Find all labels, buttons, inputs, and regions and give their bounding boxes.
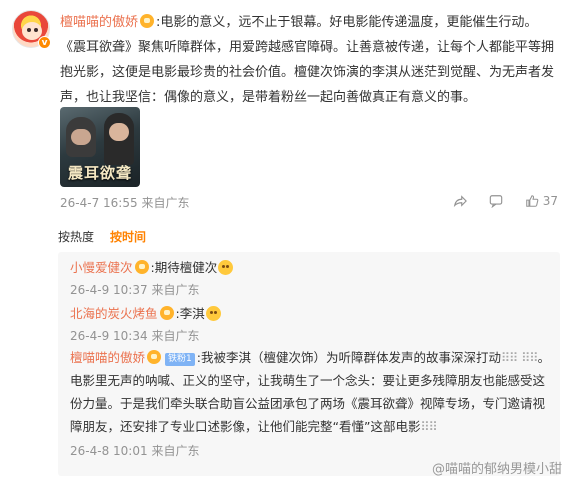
share-button[interactable] (453, 194, 467, 208)
thumbs-up-icon (525, 195, 539, 207)
comment-timestamp: 26-4-8 10:01 (70, 444, 148, 458)
post-text-line1: 电影的意义，远不止于银幕。好电影能传递温度，更能催生行动。 (160, 15, 538, 30)
post-location: 来自广东 (141, 196, 190, 210)
comment-timestamp: 26-4-9 10:34 (70, 329, 148, 343)
like-count: 37 (542, 194, 558, 208)
grin-emoji-icon (205, 306, 221, 321)
sort-by-hot-tab[interactable]: 按热度 (58, 228, 94, 245)
sort-by-time-tab[interactable]: 按时间 (110, 228, 146, 245)
smile-emoji-icon (218, 260, 234, 275)
poster-face-right (109, 123, 129, 141)
post-username[interactable]: 檀喵喵的傲娇 (60, 15, 138, 30)
fan-level-icon (159, 306, 174, 320)
avatar-eye-right (34, 28, 38, 32)
comment-text: :李淇 (175, 306, 205, 321)
emoji-placeholder-icon: ⠿⠿ (420, 419, 437, 434)
like-button[interactable]: 37 (525, 194, 558, 208)
emoji-placeholder-icon: ⠿⠿ (500, 350, 518, 365)
comment-username[interactable]: 檀喵喵的傲娇 (70, 350, 145, 365)
comment-sort-bar: 按热度 按时间 (58, 228, 146, 245)
post-timestamp: 26-4-7 16:55 (60, 196, 138, 210)
comment-icon (489, 195, 502, 208)
fan-level-icon (147, 350, 162, 364)
poster-face-left (71, 129, 91, 145)
comment-location: 来自广东 (151, 444, 200, 458)
comment-list: 小慢爱健次 :期待檀健次 26-4-9 10:37 来自广东 北海的炭火烤鱼 :李淇… (58, 252, 560, 476)
comment-username[interactable]: 北海的炭火烤鱼 (70, 306, 158, 321)
comment-item: 北海的炭火烤鱼 :李淇 26-4-9 10:34 来自广东 (70, 302, 552, 348)
post-actions: 37 (453, 194, 558, 208)
watermark: @喵喵的郁纳男模小甜 (431, 462, 562, 477)
fan-badge: 铁粉1 (165, 353, 195, 366)
post-body: 檀喵喵的傲娇:电影的意义，远不止于银幕。好电影能传递温度，更能催生行动。 《震耳… (60, 10, 560, 110)
fan-level-icon (140, 14, 155, 28)
emoji-placeholder-icon: ⠿⠿ (521, 350, 538, 365)
comment-item: 檀喵喵的傲娇 铁粉1:我被李淇（檀健次饰）为听障群体发声的故事深深打动⠿⠿ ⠿⠿。… (70, 346, 552, 463)
comment-text: :期待檀健次 (150, 260, 218, 275)
comment-button[interactable] (489, 194, 503, 208)
comment-location: 来自广东 (151, 283, 200, 297)
post-meta: 26-4-7 16:55 来自广东 (60, 194, 189, 211)
post-text-rest: 《震耳欲聋》聚焦听障群体，用爱跨越感官障碍。让善意被传递，让每个人都能平等拥抱光… (60, 40, 555, 105)
comment-timestamp: 26-4-9 10:37 (70, 283, 148, 297)
fan-level-icon (134, 260, 149, 274)
comment-location: 来自广东 (151, 329, 200, 343)
comment-username[interactable]: 小慢爱健次 (70, 260, 133, 275)
comment-item: 小慢爱健次 :期待檀健次 26-4-9 10:37 来自广东 (70, 256, 552, 302)
comment-text: :我被李淇（檀健次饰）为听障群体发声的故事深深打动 (196, 350, 501, 365)
share-icon (453, 195, 467, 208)
post-media-thumbnail[interactable]: 震耳欲聋 (60, 107, 140, 187)
avatar-eye-left (27, 28, 31, 32)
verified-badge-icon: v (38, 36, 51, 49)
poster-title: 震耳欲聋 (67, 164, 132, 182)
